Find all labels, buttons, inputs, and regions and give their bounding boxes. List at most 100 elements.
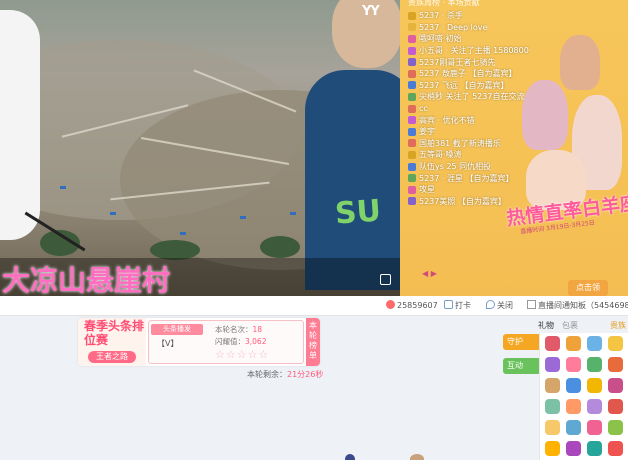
chat-panel: 热情直率白羊座 直播时间 3月19日-3月25日 贵族周榜 · 本场贡献 523… xyxy=(400,0,628,296)
location-icon xyxy=(486,300,495,309)
claim-button[interactable]: 点击领 xyxy=(568,280,608,296)
gift-item-icon[interactable] xyxy=(587,378,602,393)
user-badge-icon xyxy=(408,46,416,55)
ranking-tag: 头条播发 xyxy=(151,324,203,335)
chat-message-text: 队伍ys 25 同仇相投 xyxy=(419,162,492,172)
ranking-info: 头条播发 【V】 本轮名次：18 闪耀值：3,062 ☆☆☆☆☆ xyxy=(148,320,304,364)
gift-item-icon[interactable] xyxy=(545,378,560,393)
chat-message[interactable]: 哦呵嗒·初始 xyxy=(408,33,548,45)
gift-item-icon[interactable] xyxy=(608,336,623,351)
chat-message[interactable]: 尖梢秒 关注了 5237自在交流 xyxy=(408,91,548,103)
chat-message[interactable]: cc xyxy=(408,103,548,115)
gift-item-icon[interactable] xyxy=(566,420,581,435)
user-badge-icon xyxy=(408,23,416,32)
interact-label: 互动 xyxy=(507,361,523,370)
guard-label: 守护 xyxy=(507,337,523,346)
live-video-player[interactable]: SU YY 大凉山悬崖村 xyxy=(0,0,400,296)
chat-message[interactable]: 五等哥·嗓涛 xyxy=(408,149,548,161)
share-icon[interactable] xyxy=(380,274,391,285)
gift-item-icon[interactable] xyxy=(608,378,623,393)
gift-item-icon[interactable] xyxy=(608,357,623,372)
score-value: 3,062 xyxy=(245,337,267,346)
gift-item-icon[interactable] xyxy=(545,399,560,414)
chat-message-text: 国舶381 截了新涛播乐 xyxy=(419,138,501,148)
gift-item-icon[interactable] xyxy=(566,399,581,414)
location-toggle[interactable]: 关闭 xyxy=(486,296,513,316)
chat-message[interactable]: 5237 敖鹿子 【自为嘉宾】 xyxy=(408,68,548,80)
chat-message[interactable]: 5237 飞远 【自为嘉宾】 xyxy=(408,80,548,92)
tab-gift[interactable]: 礼物 xyxy=(538,320,554,331)
checkin-label: 打卡 xyxy=(455,301,471,310)
checkbox-icon[interactable] xyxy=(527,300,536,309)
chat-message-text: 小五哥 · 关注了主播 1580800 xyxy=(419,46,529,56)
user-badge-icon xyxy=(408,174,416,183)
gift-item-icon[interactable] xyxy=(608,399,623,414)
village-roof xyxy=(240,216,246,219)
chat-message-text: 5237 敖鹿子 【自为嘉宾】 xyxy=(419,69,517,79)
user-badge-icon xyxy=(408,11,416,20)
gift-item-icon[interactable] xyxy=(545,420,560,435)
gift-item-icon[interactable] xyxy=(545,441,560,456)
viewer-count: 25859607 xyxy=(386,296,438,316)
chat-message-text: 攻星 xyxy=(419,185,435,195)
chat-message[interactable]: 5237刚哥王者七骑先 xyxy=(408,56,548,68)
interact-button[interactable]: 互动 xyxy=(503,358,541,374)
gift-item-icon[interactable] xyxy=(608,441,623,456)
gift-item-icon[interactable] xyxy=(608,420,623,435)
viewer-count-value: 25859607 xyxy=(397,301,438,310)
chat-message[interactable]: 小五哥 · 关注了主播 1580800 xyxy=(408,45,548,57)
user-badge-icon xyxy=(408,139,416,148)
poster-pager[interactable]: ◀ ▶ xyxy=(422,269,437,278)
chat-message-text: 5237 · 杀手 xyxy=(419,11,463,21)
chat-message-list[interactable]: 5237 · 杀手 5237 · Deep love 哦呵嗒·初始 小五哥 · 关注了… xyxy=(408,10,548,207)
chat-message-text: 姜宇 xyxy=(419,127,435,137)
avatar[interactable] xyxy=(410,454,424,460)
gift-item-icon[interactable] xyxy=(566,357,581,372)
poster-pager-label[interactable]: ◀ ▶ xyxy=(422,269,437,278)
chat-message[interactable]: 5237 · 杀手 xyxy=(408,10,548,22)
tab-package[interactable]: 包裹 xyxy=(562,320,578,331)
chat-message[interactable]: 队伍ys 25 同仇相投 xyxy=(408,161,548,173)
round-countdown: 本轮剩余：21分26秒 xyxy=(247,369,323,380)
avatar[interactable] xyxy=(345,454,355,460)
chat-message-text: 5237刚哥王者七骑先 xyxy=(419,57,496,67)
notify-label: 直播间通知板（5454698） xyxy=(538,301,628,310)
guard-button[interactable]: 守护 xyxy=(503,334,541,350)
ranking-list-button[interactable]: 本轮榜单 xyxy=(306,318,320,366)
gift-item-icon[interactable] xyxy=(587,336,602,351)
chat-message[interactable]: 姜宇 xyxy=(408,126,548,138)
round-rank: 本轮名次：18 xyxy=(215,324,262,335)
chat-message[interactable]: 攻星 xyxy=(408,184,548,196)
village-roof xyxy=(60,186,66,189)
chat-message-text: cc xyxy=(419,104,428,114)
tree xyxy=(260,236,300,258)
gift-item-icon[interactable] xyxy=(587,399,602,414)
checkin-button[interactable]: 打卡 xyxy=(444,296,471,316)
gift-item-icon[interactable] xyxy=(566,336,581,351)
chat-message[interactable]: 国舶381 截了新涛播乐 xyxy=(408,138,548,150)
chat-message[interactable]: 5237 · Deep love xyxy=(408,22,548,34)
ranking-banner[interactable]: 春季头条排位赛 王者之路 头条播发 【V】 本轮名次：18 闪耀值：3,062 … xyxy=(78,318,320,366)
gift-item-icon[interactable] xyxy=(587,441,602,456)
rating-stars: ☆☆☆☆☆ xyxy=(215,348,270,361)
chat-message-text: 5237 · Deep love xyxy=(419,22,488,32)
user-badge-icon xyxy=(408,127,416,136)
chat-message[interactable]: 5237 · 涯星 【自为嘉宾】 xyxy=(408,172,548,184)
gift-grid xyxy=(539,333,628,460)
gift-item-icon[interactable] xyxy=(545,336,560,351)
shirt-print: SU xyxy=(333,193,383,232)
gift-item-icon[interactable] xyxy=(566,378,581,393)
presenter-right xyxy=(305,70,400,290)
chat-message-text: 5237 飞远 【自为嘉宾】 xyxy=(419,80,509,90)
tab-noble[interactable]: 贵族 xyxy=(610,320,626,331)
chat-message[interactable]: 5237美照 【自为嘉宾】 xyxy=(408,196,548,208)
gift-item-icon[interactable] xyxy=(587,357,602,372)
gift-item-icon[interactable] xyxy=(587,420,602,435)
chat-message[interactable]: 高宾 · 优化不错 xyxy=(408,114,548,126)
notify-toggle[interactable]: 直播间通知板（5454698） xyxy=(527,296,628,316)
room-status-bar: 25859607 打卡 关闭 直播间通知板（5454698） xyxy=(0,296,628,316)
gift-item-icon[interactable] xyxy=(566,441,581,456)
calendar-icon xyxy=(444,300,453,309)
user-badge-icon xyxy=(408,58,416,67)
gift-item-icon[interactable] xyxy=(545,357,560,372)
